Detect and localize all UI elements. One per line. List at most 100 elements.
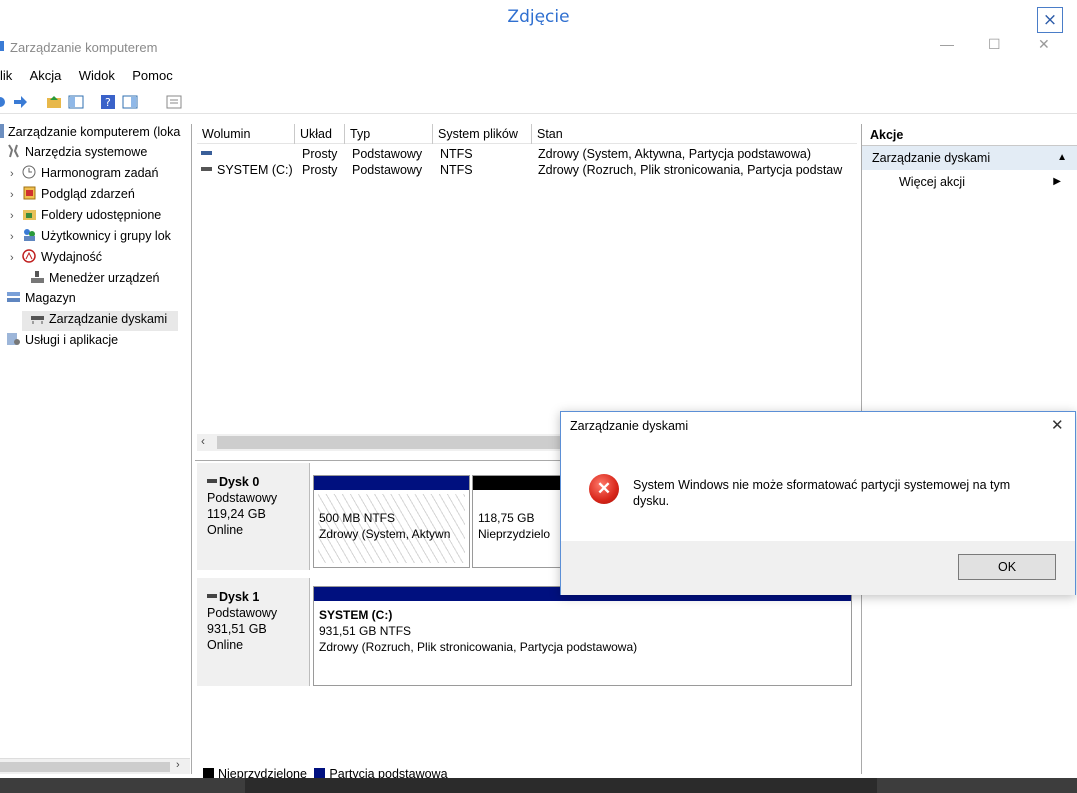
disk-0-partition-system-reserved[interactable]: 500 MB NTFS Zdrowy (System, Aktywn	[313, 475, 470, 568]
tree-item-storage[interactable]: Magazyn	[6, 290, 76, 310]
volume-list: Wolumin Układ Typ System plików Stan Pro…	[197, 124, 857, 454]
column-header-layout[interactable]: Układ	[295, 124, 345, 144]
disk-legend: Nieprzydzielone Partycja podstawowa	[203, 767, 448, 778]
column-header-volume[interactable]: Wolumin	[197, 124, 295, 144]
tree-item-services[interactable]: Usługi i aplikacje	[6, 332, 118, 352]
volume-status: Zdrowy (Rozruch, Plik stronicowania, Par…	[538, 163, 843, 177]
tree-item-users-groups[interactable]: › Użytkownicy i grupy lok	[10, 228, 171, 248]
menu-action[interactable]: Akcja	[30, 68, 62, 83]
performance-icon	[22, 249, 37, 263]
primary-partition-bar	[314, 476, 469, 490]
menu-view[interactable]: Widok	[79, 68, 115, 83]
action-more-label: Więcej akcji	[899, 175, 965, 189]
screenshot-area: Zarządzanie komputerem — ☐ ✕ lik Akcja W…	[0, 38, 1077, 778]
dialog-title: Zarządzanie dyskami	[570, 419, 689, 433]
error-icon: ✕	[589, 474, 619, 504]
chevron-right-icon[interactable]: ›	[10, 168, 22, 180]
partition-size: 500 MB NTFS	[319, 511, 396, 525]
dialog-close-button[interactable]: ✕	[1051, 416, 1064, 434]
disk-0-state: Online	[207, 523, 244, 537]
volume-list-horizontal-scrollbar[interactable]: ‹	[197, 434, 567, 451]
scroll-left-arrow[interactable]: ‹	[201, 434, 205, 448]
computer-icon	[0, 124, 4, 138]
column-header-status[interactable]: Stan	[532, 124, 857, 144]
partition-title: SYSTEM (C:)	[319, 608, 393, 622]
volume-type: Podstawowy	[352, 163, 423, 177]
disk-1-size: 931,51 GB	[207, 622, 267, 636]
toolbar: ?	[0, 90, 1077, 114]
viewer-close-button[interactable]: ×	[1037, 7, 1063, 33]
disk-icon	[207, 594, 217, 598]
actions-group-label: Zarządzanie dyskami	[872, 151, 991, 165]
submenu-arrow-icon: ▶	[1053, 176, 1061, 187]
tree-item-performance[interactable]: › Wydajność	[10, 249, 102, 269]
tree-item-shared-folders[interactable]: › Foldery udostępnione	[10, 207, 161, 227]
menu-help[interactable]: Pomoc	[132, 68, 172, 83]
scrollbar-thumb[interactable]	[217, 436, 562, 449]
disk-0-size: 119,24 GB	[207, 507, 266, 521]
volume-drive-icon	[201, 146, 213, 162]
scroll-right-arrow[interactable]: ›	[176, 759, 180, 771]
volume-type: Podstawowy	[352, 147, 423, 161]
collapse-up-icon[interactable]: ▲	[1057, 146, 1067, 170]
actions-group-disk-management[interactable]: Zarządzanie dyskami ▲	[862, 146, 1077, 170]
storage-icon	[6, 290, 21, 304]
volume-filesystem: NTFS	[440, 147, 473, 161]
properties-icon[interactable]	[166, 94, 182, 110]
chevron-right-icon[interactable]: ›	[10, 189, 22, 201]
legend-unallocated: Nieprzydzielone	[218, 767, 307, 778]
tree-item-computer-management[interactable]: Zarządzanie komputerem (loka	[0, 124, 180, 144]
event-log-icon	[22, 186, 37, 200]
shared-folder-icon	[22, 207, 37, 221]
column-header-filesystem[interactable]: System plików	[433, 124, 532, 144]
device-manager-icon	[30, 270, 45, 284]
clock-icon	[22, 165, 37, 179]
error-dialog: Zarządzanie dyskami ✕ ✕ System Windows n…	[560, 411, 1076, 595]
back-icon[interactable]	[0, 94, 8, 110]
tree-item-system-tools[interactable]: Narzędzia systemowe	[6, 144, 147, 164]
photo-viewer-bar: Zdjęcie ×	[0, 0, 1077, 38]
disk-0-kind: Podstawowy	[207, 491, 278, 505]
users-icon	[22, 228, 37, 242]
maximize-button[interactable]: ☐	[988, 38, 1001, 53]
chevron-right-icon[interactable]: ›	[10, 210, 22, 222]
show-hide-tree-icon[interactable]	[68, 94, 84, 110]
window-close-button[interactable]: ✕	[1038, 38, 1050, 53]
tree-horizontal-scrollbar[interactable]: ›	[0, 758, 190, 774]
disk-icon	[207, 479, 217, 483]
tree-item-device-manager[interactable]: Menedżer urządzeń	[30, 270, 159, 290]
disk-1-partition-system-c[interactable]: SYSTEM (C:) 931,51 GB NTFS Zdrowy (Rozru…	[313, 586, 852, 686]
disk-0-label[interactable]: Dysk 0 Podstawowy 119,24 GB Online	[197, 463, 310, 570]
chevron-right-icon[interactable]: ›	[10, 231, 22, 243]
volume-status: Zdrowy (System, Aktywna, Partycja podsta…	[538, 147, 812, 161]
disk-1-label[interactable]: Dysk 1 Podstawowy 931,51 GB Online	[197, 578, 310, 686]
partition-size: 931,51 GB NTFS	[319, 624, 412, 638]
tree-item-disk-management[interactable]: Zarządzanie dyskami	[22, 311, 178, 331]
up-folder-icon[interactable]	[46, 94, 62, 110]
help-icon[interactable]: ?	[100, 94, 116, 110]
window-title: Zarządzanie komputerem	[10, 40, 158, 55]
tree-item-task-scheduler[interactable]: › Harmonogram zadań	[10, 165, 158, 185]
dialog-message: System Windows nie może sformatować part…	[633, 478, 1011, 508]
computer-management-icon	[0, 41, 4, 51]
volume-name: SYSTEM (C:)	[217, 163, 293, 177]
bottom-bar-center	[245, 778, 877, 793]
tree-item-event-viewer[interactable]: › Podgląd zdarzeń	[10, 186, 135, 206]
minimize-button[interactable]: —	[940, 38, 954, 52]
volume-layout: Prosty	[302, 147, 338, 161]
forward-icon[interactable]	[12, 94, 28, 110]
ok-button[interactable]: OK	[958, 554, 1056, 580]
view-pane-icon[interactable]	[122, 94, 138, 110]
dialog-footer: OK	[561, 541, 1075, 595]
scrollbar-thumb[interactable]	[0, 762, 170, 772]
actions-header: Akcje	[862, 124, 1077, 146]
services-icon	[6, 332, 21, 346]
disk-management-icon	[30, 311, 45, 325]
disk-0-name: Dysk 0	[219, 475, 260, 489]
chevron-right-icon[interactable]: ›	[10, 252, 22, 264]
column-header-type[interactable]: Typ	[345, 124, 433, 144]
bottom-bar	[0, 778, 1077, 793]
action-more-actions[interactable]: Więcej akcji ▶	[862, 170, 1077, 194]
menu-file[interactable]: lik	[0, 68, 12, 83]
unallocated-swatch	[203, 768, 214, 778]
